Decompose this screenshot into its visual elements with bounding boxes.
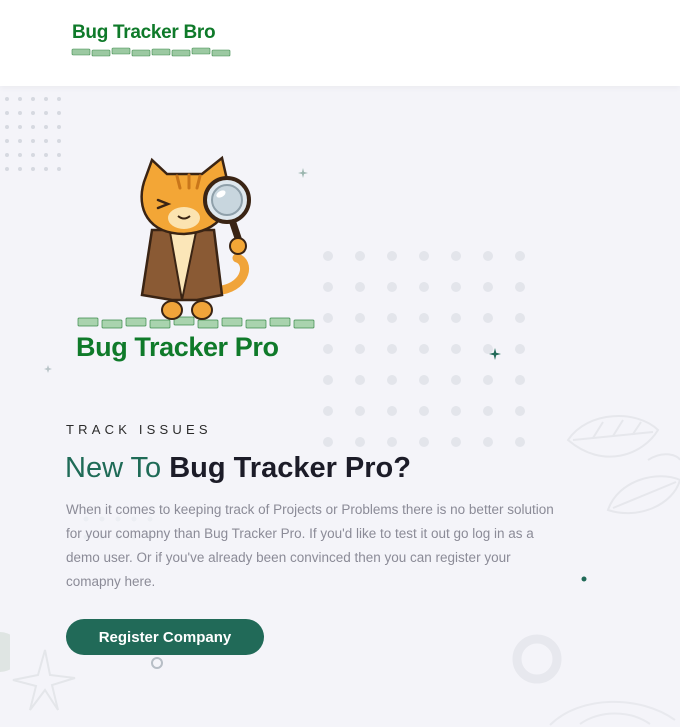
header-logo-text: Bug Tracker Bro xyxy=(72,22,216,43)
half-circle-icon xyxy=(0,632,10,672)
dot-icon xyxy=(581,576,587,582)
leaf-decoration-icon xyxy=(549,700,676,726)
headline-prefix: New To xyxy=(65,452,170,484)
ring-icon xyxy=(151,657,163,669)
sparkle-icon xyxy=(44,365,52,373)
sparkle-icon xyxy=(489,348,501,360)
leaf-decoration-icon xyxy=(566,415,680,515)
leaf-decoration-icon xyxy=(12,649,76,711)
cat-detective-icon xyxy=(77,155,315,329)
description-paragraph: When it comes to keeping track of Projec… xyxy=(66,502,554,589)
headline-strong: Bug Tracker Pro? xyxy=(169,452,411,484)
register-company-button[interactable]: Register Company xyxy=(66,619,264,655)
site-header: Bug Tracker Bro xyxy=(0,0,680,86)
ring-icon xyxy=(512,634,562,684)
page-title: New To Bug Tracker Pro? xyxy=(65,452,411,485)
section-eyebrow: TRACK ISSUES xyxy=(66,422,212,437)
hero-logo-text: Bug Tracker Pro xyxy=(76,332,279,362)
money-bills-icon xyxy=(71,47,231,57)
hero-illustration: Bug Tracker Pro xyxy=(72,150,322,370)
header-logo[interactable]: Bug Tracker Bro xyxy=(70,20,245,64)
dot-grid-top-left xyxy=(5,97,61,171)
